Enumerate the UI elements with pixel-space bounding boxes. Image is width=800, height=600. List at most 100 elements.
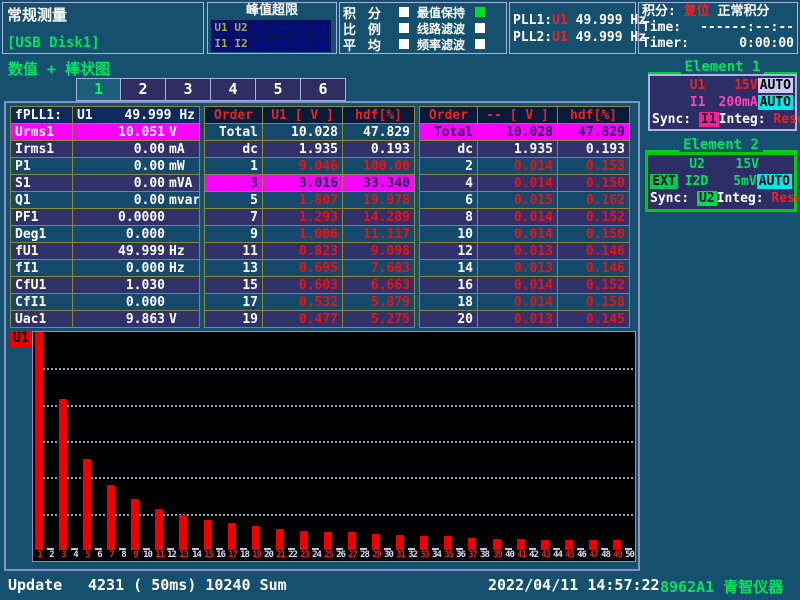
value-text: 0.00 — [134, 193, 165, 208]
fpll-source: U1 — [77, 108, 93, 123]
harmonic-value: 1.935 — [263, 141, 343, 158]
measurement-row-Irms1[interactable]: Irms10.00mA — [11, 141, 200, 158]
harmonic-value: 1.807 — [263, 192, 343, 209]
even-harmonic-row-14[interactable]: 140.0130.146 — [420, 260, 630, 277]
harmonic-hdf: 0.146 — [558, 260, 630, 277]
harmonic-order: 14 — [420, 260, 478, 277]
even-harmonic-row-16[interactable]: 160.0140.152 — [420, 277, 630, 294]
measurement-row-CfU1[interactable]: CfU11.030 — [11, 277, 200, 294]
even-harmonic-row-2[interactable]: 20.0140.153 — [420, 158, 630, 175]
odd-harmonic-row-Total[interactable]: Total10.02847.829 — [205, 124, 415, 141]
element1-panel: U1 15V AUTO I1 200mA AUTO Sync: I1 Integ… — [648, 74, 797, 131]
measurement-row-Deg1[interactable]: Deg10.000 — [11, 226, 200, 243]
measurement-table-header: fPLL1:U149.999 Hz — [11, 107, 200, 124]
tab-5[interactable]: 5 — [256, 78, 301, 101]
unit-text: mvar — [165, 193, 195, 208]
odd-harmonic-header: OrderU1 [ V ]hdf[%] — [205, 107, 415, 124]
harmonic-hdf: 14.289 — [343, 209, 415, 226]
unit-text: V — [165, 125, 195, 140]
harmonic-hdf: 0.145 — [558, 311, 630, 328]
harmonic-value: 0.014 — [478, 158, 558, 175]
measurement-row-fI1[interactable]: fI10.000Hz — [11, 260, 200, 277]
harmonic-bar — [204, 520, 212, 550]
harmonic-order: 3 — [205, 175, 263, 192]
odd-harmonic-row-9[interactable]: 91.00611.117 — [205, 226, 415, 243]
tab-4[interactable]: 4 — [211, 78, 256, 101]
measurement-value: 0.00mvar — [73, 192, 200, 209]
peak-grid-cell — [291, 36, 311, 52]
even-harmonic-row-6[interactable]: 60.0150.162 — [420, 192, 630, 209]
tab-1[interactable]: 1 — [76, 78, 121, 101]
tab-6[interactable]: 6 — [301, 78, 346, 101]
integration-state: 复位 — [684, 4, 710, 20]
even-harmonic-row-4[interactable]: 40.0140.150 — [420, 175, 630, 192]
value-text: 0.00 — [134, 159, 165, 174]
toggle-label: 线路滤波 — [417, 20, 473, 37]
harmonic-bar — [444, 536, 452, 550]
measurement-row-Urms1[interactable]: Urms110.051V — [11, 124, 200, 141]
fpll-frequency: 49.999 Hz — [125, 108, 195, 123]
timer-label: Timer: — [642, 36, 689, 52]
measurement-row-Uac1[interactable]: Uac19.863V — [11, 311, 200, 328]
odd-harmonic-row-7[interactable]: 71.29314.289 — [205, 209, 415, 226]
even-harmonic-row-Total[interactable]: Total10.02847.829 — [420, 124, 630, 141]
measurement-row-P1[interactable]: P10.00mW — [11, 158, 200, 175]
harmonic-hdf: 5.879 — [343, 294, 415, 311]
element1-integ-label: Integ: — [719, 112, 766, 127]
even-harmonic-row-18[interactable]: 180.0140.158 — [420, 294, 630, 311]
value-text: 9.863 — [126, 312, 165, 327]
odd-harmonic-row-17[interactable]: 170.5325.879 — [205, 294, 415, 311]
even-harmonic-row-8[interactable]: 80.0140.152 — [420, 209, 630, 226]
odd-harmonic-row-13[interactable]: 130.6957.683 — [205, 260, 415, 277]
harmonic-hdf: 0.193 — [343, 141, 415, 158]
even-harmonic-row-dc[interactable]: dc1.9350.193 — [420, 141, 630, 158]
chart-gridline — [35, 441, 633, 443]
datetime: 2022/04/11 14:57:22 — [488, 576, 660, 594]
harmonic-order: 1 — [205, 158, 263, 175]
odd-harmonic-row-19[interactable]: 190.4775.275 — [205, 311, 415, 328]
measurement-row-S1[interactable]: S10.00mVA — [11, 175, 200, 192]
odd-harmonic-row-15[interactable]: 150.6036.663 — [205, 277, 415, 294]
odd-harmonic-row-1[interactable]: 19.046100.00 — [205, 158, 415, 175]
integration-time-line: Time:------:--:-- — [642, 20, 794, 36]
harmonic-value: 0.603 — [263, 277, 343, 294]
value-text: 0.0000 — [118, 210, 165, 225]
harmonic-bar — [517, 539, 525, 550]
harmonic-value: 0.532 — [263, 294, 343, 311]
harmonic-order: 6 — [420, 192, 478, 209]
odd-harmonic-row-3[interactable]: 33.01633.340 — [205, 175, 415, 192]
odd-harmonic-row-11[interactable]: 110.8239.098 — [205, 243, 415, 260]
harmonic-order: 11 — [205, 243, 263, 260]
peak-grid-cell — [271, 20, 291, 36]
toggle-indicator — [475, 23, 485, 33]
tab-3[interactable]: 3 — [166, 78, 211, 101]
chart-gridline — [35, 477, 633, 479]
chart-gridline — [35, 514, 633, 516]
harmonic-value: 1.293 — [263, 209, 343, 226]
odd-harmonic-row-dc[interactable]: dc1.9350.193 — [205, 141, 415, 158]
even-harmonic-row-10[interactable]: 100.0140.150 — [420, 226, 630, 243]
measurement-name: S1 — [11, 175, 73, 192]
harmonic-value: 0.014 — [478, 277, 558, 294]
even-harmonic-row-20[interactable]: 200.0130.145 — [420, 311, 630, 328]
harmonic-hdf: 7.683 — [343, 260, 415, 277]
measurement-row-PF1[interactable]: PF10.0000 — [11, 209, 200, 226]
harmonic-bar — [541, 540, 549, 550]
harmonic-order: dc — [420, 141, 478, 158]
element2-sync-row: Sync: U2 Integ: Reset — [650, 190, 792, 207]
odd-harmonic-row-5[interactable]: 51.80719.978 — [205, 192, 415, 209]
tab-2[interactable]: 2 — [121, 78, 166, 101]
integration-label: 积分: — [642, 4, 676, 20]
element1-sync-label: Sync: — [652, 112, 691, 127]
chart-plot-area — [33, 332, 635, 550]
element2-voltage-row: U2 15V — [650, 156, 792, 173]
measurement-row-fU1[interactable]: fU149.999Hz — [11, 243, 200, 260]
peak-limit-title: 峰值超限 — [208, 3, 336, 19]
value-text: 1.030 — [126, 278, 165, 293]
even-harmonic-row-12[interactable]: 120.0130.146 — [420, 243, 630, 260]
peak-grid-cell: I1 — [211, 36, 231, 52]
measurement-row-Q1[interactable]: Q10.00mvar — [11, 192, 200, 209]
measurement-row-CfI1[interactable]: CfI10.000 — [11, 294, 200, 311]
harmonic-hdf: 5.275 — [343, 311, 415, 328]
toggle-indicator — [399, 23, 409, 33]
